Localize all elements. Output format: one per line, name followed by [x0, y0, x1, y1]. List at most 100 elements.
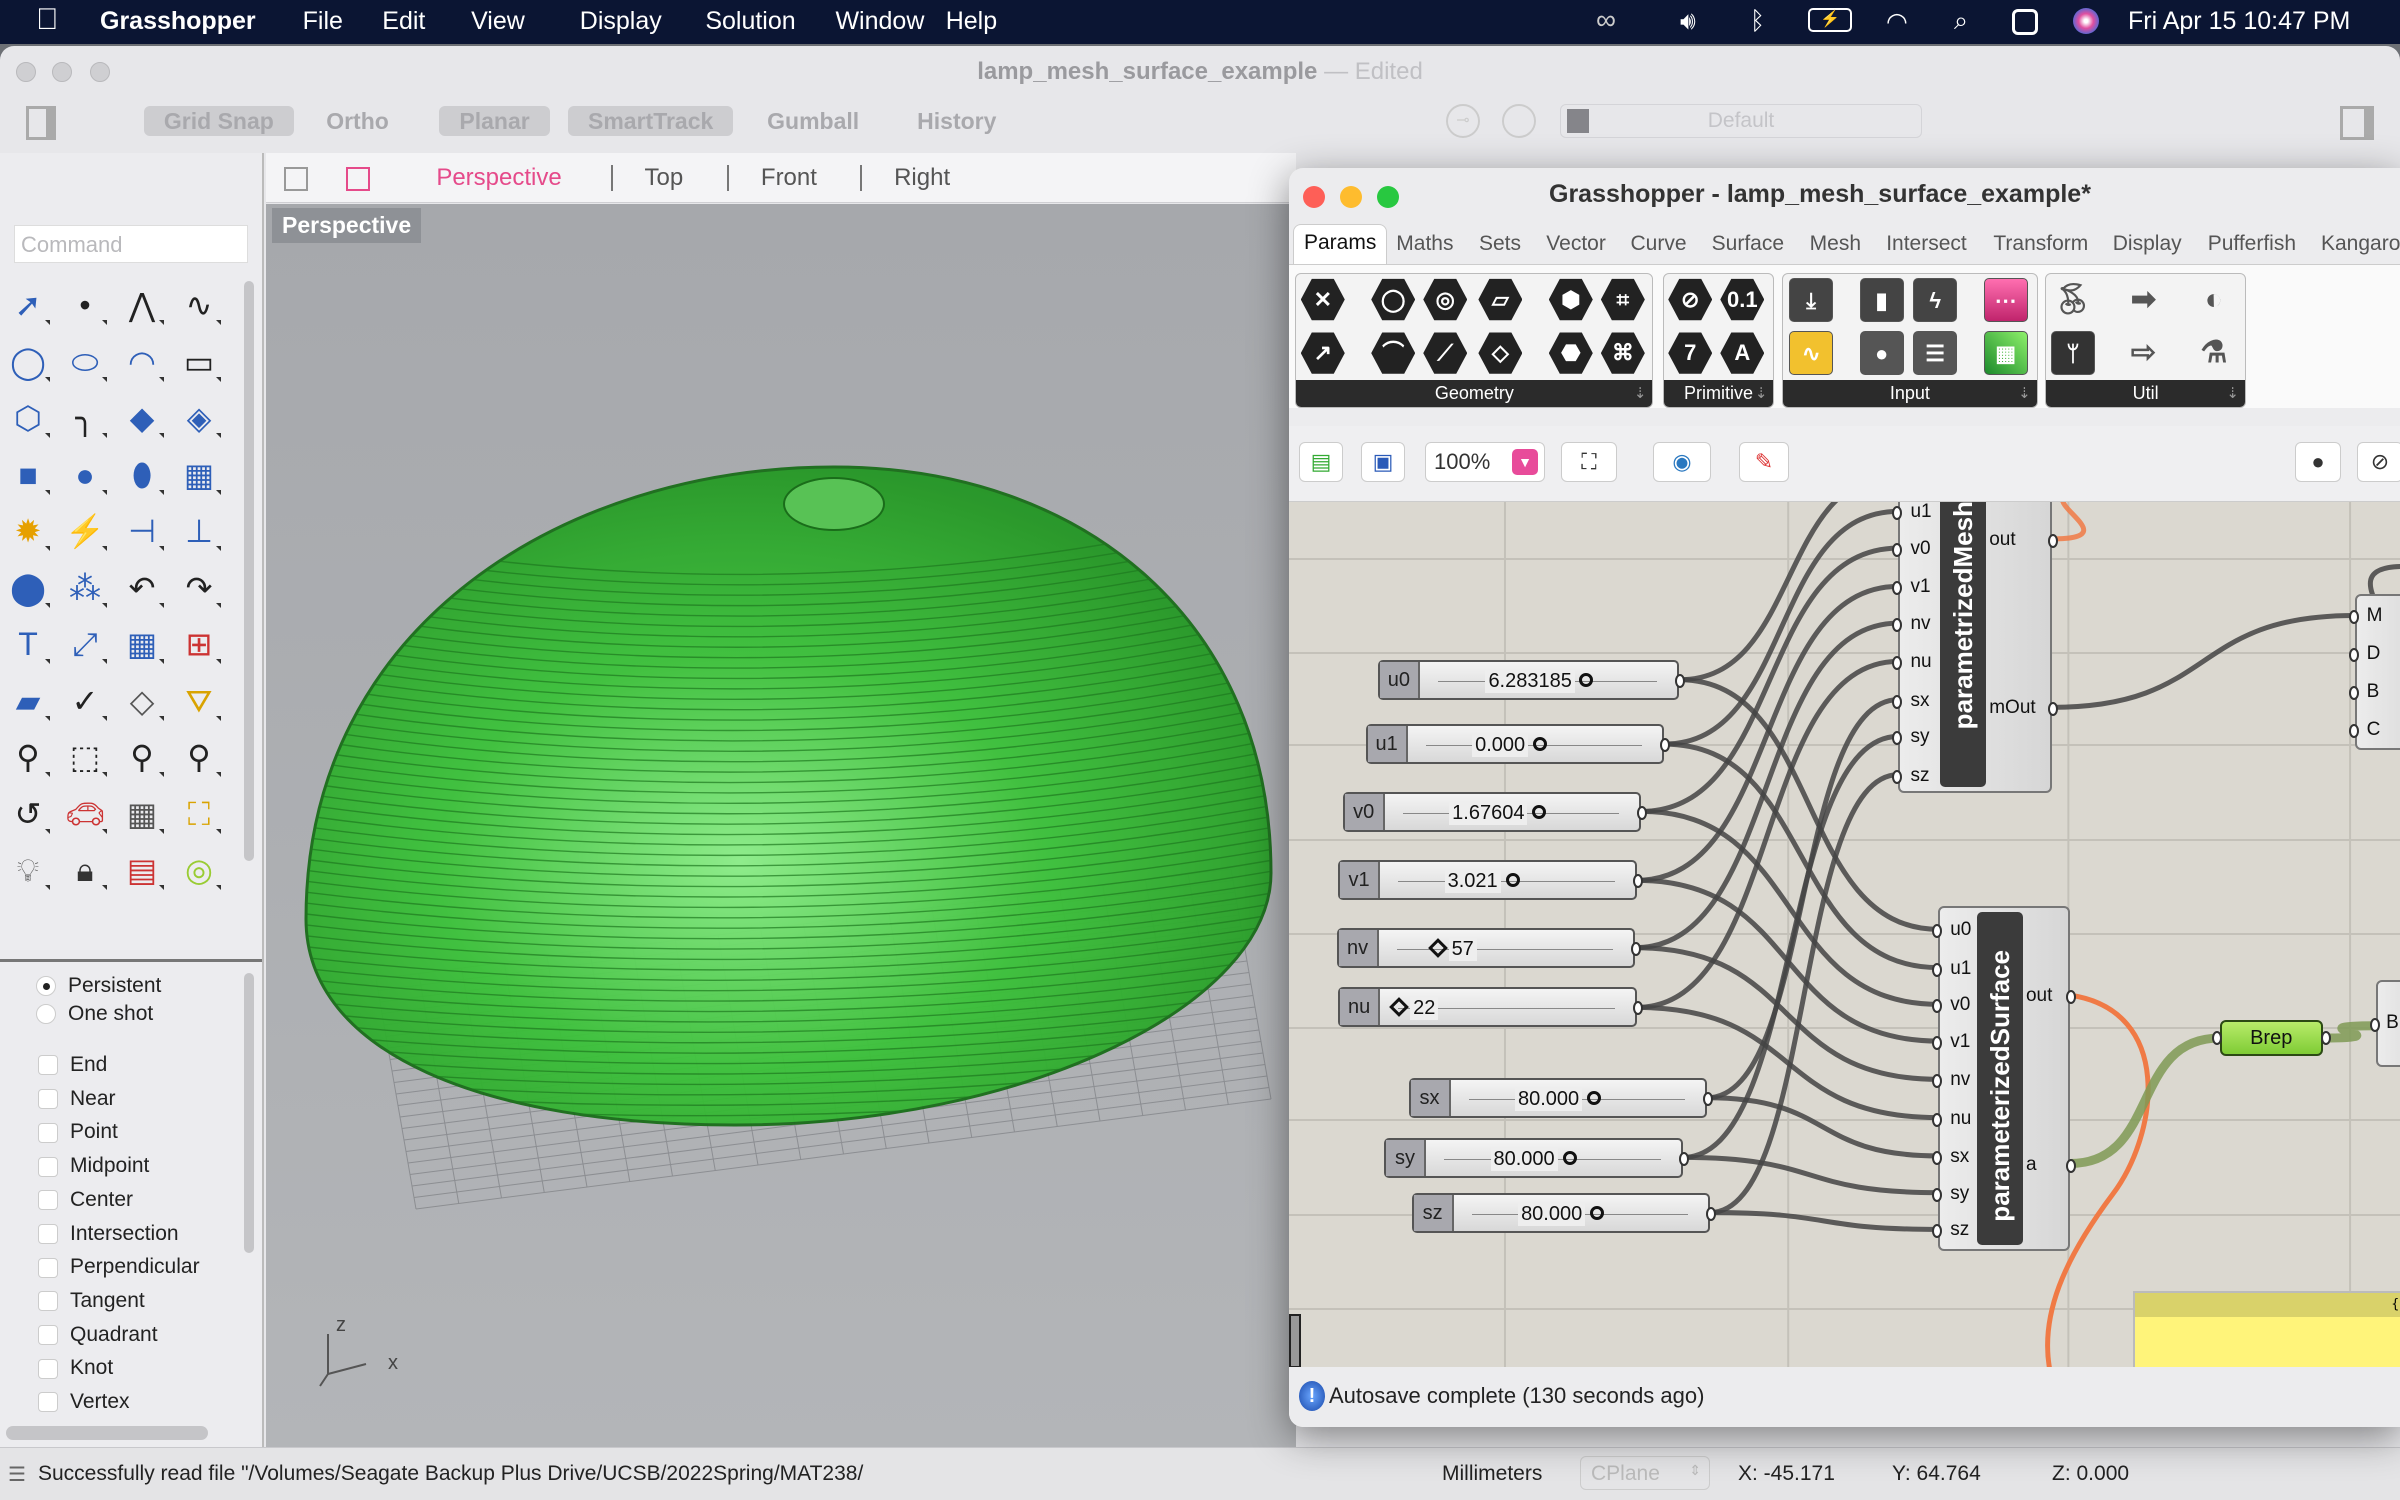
curve-offset-tool-icon[interactable]: ↶ [120, 566, 164, 610]
right-component-2[interactable]: B [2370, 979, 2400, 1068]
units[interactable]: Millimeters [1442, 1462, 1542, 1486]
output-port-mOut[interactable] [2047, 702, 2058, 717]
input-port-v0[interactable] [1892, 543, 1903, 558]
slider-value[interactable]: 57 [1448, 937, 1477, 961]
osnap-intersection[interactable]: Intersection [38, 1219, 179, 1249]
menu-view[interactable]: View [471, 7, 525, 36]
slider-grip[interactable] [1505, 873, 1520, 888]
checkbox[interactable] [38, 1291, 58, 1312]
checkbox[interactable] [38, 1325, 58, 1346]
slider-grip[interactable] [1533, 737, 1548, 752]
input-port-v0[interactable] [1932, 999, 1943, 1014]
checkbox[interactable] [38, 1392, 58, 1413]
slider-sy[interactable]: sy 80.000 [1384, 1137, 1689, 1178]
checkbox[interactable] [38, 1358, 58, 1379]
slider-value[interactable]: 0.000 [1472, 734, 1529, 758]
command-input[interactable]: Command [14, 225, 248, 263]
search-icon[interactable]: ⌕ [1954, 7, 1968, 36]
checkbox[interactable] [38, 1156, 58, 1177]
gh-tab-sets[interactable]: Sets [1479, 232, 1521, 256]
gh-tab-intersect[interactable]: Intersect [1886, 232, 1967, 256]
brep-input-port[interactable] [2211, 1031, 2222, 1046]
slider-icon[interactable]: ⋯ [1983, 277, 2028, 322]
ribbon-group-label[interactable]: Util [2046, 380, 2245, 407]
checkbox[interactable] [38, 1122, 58, 1143]
sphere-tool-icon[interactable]: ● [63, 453, 107, 497]
polyline-tool-icon[interactable]: ⋀ [120, 283, 164, 327]
fillet-tool-icon[interactable]: ╮ [63, 396, 107, 440]
zoom-window-tool-icon[interactable]: ⬚ [63, 735, 107, 779]
rotate-view-tool-icon[interactable]: ↺ [6, 792, 50, 836]
relay-icon[interactable]: ⇨ [2121, 331, 2165, 375]
gh-tab-kangaroo[interactable]: Kangaroo [2321, 232, 2400, 256]
radio-button[interactable] [36, 1004, 56, 1025]
slider-u0[interactable]: u0 6.283185 [1377, 659, 1686, 700]
tab-perspective[interactable]: Perspective [436, 164, 561, 192]
curve-tool-icon[interactable]: ∿ [177, 283, 221, 327]
gh-close-button[interactable] [1303, 186, 1325, 208]
menu-solution[interactable]: Solution [705, 7, 795, 36]
slider-output-port[interactable] [1632, 874, 1643, 889]
slider-value[interactable]: 80.000 [1518, 1202, 1586, 1226]
gh-tab-transform[interactable]: Transform [1993, 232, 2088, 256]
layer-dropdown[interactable]: Default [1560, 104, 1922, 138]
radio-button[interactable] [36, 976, 56, 997]
mesh-tool-icon[interactable]: ▦ [177, 453, 221, 497]
parameterizedSurface-component[interactable]: parameterizedSurface u0 u1 v0 v1 nv nu sx sy sz ou… [1932, 906, 2076, 1251]
box-tool-icon[interactable]: ■ [6, 453, 50, 497]
apple-menu-icon[interactable]:  [36, 3, 59, 37]
preview-settings-icon[interactable]: ⊘ [2357, 442, 2400, 482]
slider-grip[interactable] [1562, 1150, 1577, 1165]
checkbox[interactable] [38, 1190, 58, 1211]
osnap-end[interactable]: End [38, 1050, 107, 1080]
tools-scrollbar[interactable] [244, 281, 254, 861]
slider-grip[interactable] [1532, 804, 1547, 819]
colour-swatch-icon[interactable]: ▦ [1983, 331, 2028, 376]
output-port-out[interactable] [2047, 533, 2058, 548]
panel[interactable]: {0;( [2132, 1290, 2400, 1367]
gh-tab-mesh[interactable]: Mesh [1810, 232, 1861, 256]
osnap-perpendicular[interactable]: Perpendicular [38, 1252, 200, 1282]
align-tool-icon[interactable]: ⊞ [177, 622, 221, 666]
slider-output-port[interactable] [1678, 1151, 1689, 1166]
slider-u1[interactable]: u1 0.000 [1365, 724, 1671, 765]
select-tool-icon[interactable]: ➚ [6, 283, 50, 327]
tree-icon[interactable]: ᛘ [2050, 331, 2095, 376]
preview-eye-icon[interactable]: ◉ [1653, 442, 1711, 482]
cplane-select[interactable]: CPlane ⇕ [1580, 1456, 1710, 1490]
group-tool-icon[interactable]: ⁂ [63, 566, 107, 610]
text-tool-icon[interactable]: T [6, 622, 50, 666]
mirror-tool-icon[interactable]: ⛛ [177, 679, 221, 723]
gh-tab-params[interactable]: Params [1293, 224, 1388, 265]
slider-nu[interactable]: nu 22 [1338, 987, 1643, 1028]
tab-front[interactable]: Front [761, 164, 817, 192]
toggle-icon[interactable]: ▮ [1859, 277, 1904, 322]
slider-output-port[interactable] [1637, 805, 1648, 820]
snapshot-tool-icon[interactable]: ⛶ [177, 792, 221, 836]
brep-output-port[interactable] [2320, 1031, 2331, 1046]
volume-icon[interactable]: 🔊︎ [1680, 7, 1696, 36]
slider-value[interactable]: 1.67604 [1449, 801, 1528, 825]
osnap-midpoint[interactable]: Midpoint [38, 1151, 149, 1181]
ribbon-group-label[interactable]: Geometry [1296, 380, 1653, 407]
sidebar-toggle-icon[interactable] [26, 106, 56, 140]
button-icon[interactable]: ● [1859, 331, 1904, 376]
render-tool-icon[interactable]: 🚗︎ [63, 792, 107, 836]
tab-right[interactable]: Right [894, 164, 950, 192]
ribbon-group-label[interactable]: Input [1783, 380, 2037, 407]
graph-icon[interactable]: ∿ [1789, 331, 1834, 376]
parametrizedMesh-component[interactable]: parametrizedMesh u1 v0 v1 nv nu sx sy sz out mOut [1892, 502, 2058, 794]
data-recorder-icon[interactable]: ⚗ [2192, 331, 2236, 375]
boolean-tool-icon[interactable]: ⬤ [6, 566, 50, 610]
panel-icon[interactable]: ϟ [1913, 277, 1958, 322]
input-port-nu[interactable] [1932, 1112, 1943, 1127]
osnap-quadrant[interactable]: Quadrant [38, 1320, 158, 1350]
lock-tool-icon[interactable]: 🔒︎ [63, 848, 107, 892]
gh-canvas[interactable]: u0 6.283185 u1 0.000 v0 1.67604 v1 3.021 nv 57 nu 2… [1289, 502, 2400, 1367]
value-list-icon[interactable]: ☰ [1913, 331, 1958, 376]
zoom-extents-tool-icon[interactable]: ⚲ [120, 735, 164, 779]
zoom-selected-tool-icon[interactable]: ⚲ [177, 735, 221, 779]
record-history-icon[interactable]: ⊸ [1446, 104, 1480, 138]
input-port-sz[interactable] [1892, 769, 1903, 784]
toggle-gumball[interactable]: Gumball [747, 106, 879, 136]
